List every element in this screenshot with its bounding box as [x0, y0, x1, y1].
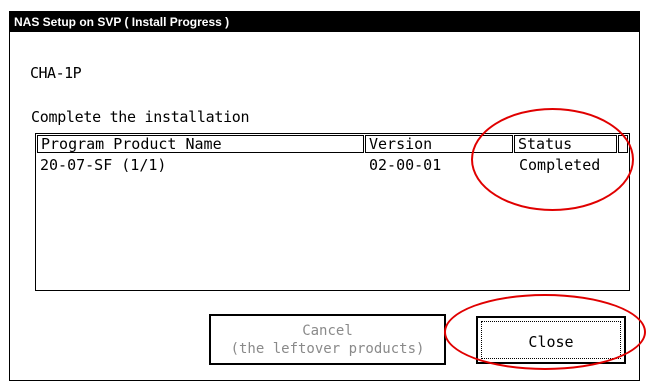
cancel-button-sublabel: (the leftover products) — [230, 341, 425, 357]
status-message: Complete the installation — [31, 108, 250, 126]
column-header-status: Status — [514, 135, 617, 153]
column-header-filler — [618, 135, 628, 153]
table-row[interactable]: 20-07-SF (1/1) 02-00-01 Completed — [36, 156, 629, 176]
cell-program-product-name: 20-07-SF (1/1) — [40, 156, 167, 174]
program-product-table: Program Product Name Version Status 20-0… — [35, 133, 630, 291]
cell-version: 02-00-01 — [369, 156, 442, 174]
table-header: Program Product Name Version Status — [36, 134, 629, 154]
dialog-title: NAS Setup on SVP ( Install Progress ) — [10, 12, 639, 32]
cancel-button-label: Cancel — [302, 323, 353, 339]
close-button-label: Close — [481, 321, 621, 359]
cell-status: Completed — [519, 156, 601, 174]
channel-label: CHA-1P — [30, 64, 82, 82]
install-progress-dialog: NAS Setup on SVP ( Install Progress ) CH… — [9, 11, 640, 381]
cancel-leftover-products-button[interactable]: Cancel (the leftover products) — [209, 314, 446, 365]
column-header-version: Version — [365, 135, 513, 153]
column-header-program-product-name: Program Product Name — [37, 135, 364, 153]
close-button[interactable]: Close — [476, 316, 626, 364]
